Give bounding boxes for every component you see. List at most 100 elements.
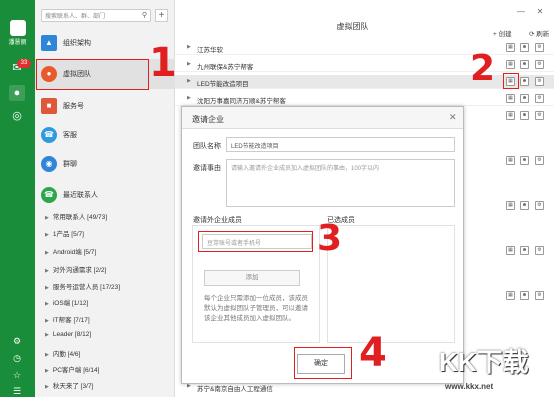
members-icon[interactable]: ☻ xyxy=(520,291,529,300)
contact-group[interactable]: ▶ PC客户端 [6/14] xyxy=(45,364,173,377)
team-name-value: LED节能改造项目 xyxy=(231,144,279,150)
members-icon[interactable]: ☻ xyxy=(520,94,529,103)
add-button[interactable]: + xyxy=(155,9,168,22)
app-rail: 潘慧丽 ✉ 33 ● ◎ ⚙ ◷ ☆ ☰ xyxy=(0,0,35,397)
expand-arrow-icon: ▶ xyxy=(187,44,191,50)
members-icon[interactable]: ☻ xyxy=(520,77,529,86)
watermark-brand: KK下载 xyxy=(439,347,529,377)
workbench-icon[interactable]: ◎ xyxy=(9,108,25,124)
team-row[interactable]: ▶ 九州联保&苏宁帮客 xyxy=(175,58,554,72)
members-icon[interactable]: ☻ xyxy=(520,43,529,52)
contacts-icon[interactable]: ● xyxy=(9,85,25,101)
group-label: iOS端 [1/12] xyxy=(52,300,89,307)
settings-icon[interactable]: ⚙ xyxy=(535,77,544,86)
step-number: 2 xyxy=(470,48,496,89)
team-name: 沈阳万事嘉同济万顺&苏宁帮客 xyxy=(197,98,286,105)
contact-group[interactable]: ▶ 对外沟通需求 [2/2] xyxy=(45,264,173,277)
create-button[interactable]: + 创建 xyxy=(493,28,512,38)
team-row-selected[interactable]: ▶ LED节能改造项目 xyxy=(175,75,554,89)
invite-company-icon[interactable]: ▦ xyxy=(506,60,515,69)
expand-arrow-icon: ▶ xyxy=(45,268,49,274)
clock-icon[interactable]: ◷ xyxy=(9,350,25,366)
team-name: 江苏华软 xyxy=(197,47,223,54)
app-window: 潘慧丽 ✉ 33 ● ◎ ⚙ ◷ ☆ ☰ 搜索联系人、群、部门 ⚲ + ▲ 组织… xyxy=(0,0,554,397)
contact-group[interactable]: ▶ IT帮客 [7/17] xyxy=(45,314,173,327)
minimize-icon[interactable]: — xyxy=(516,7,526,17)
invite-company-icon[interactable]: ▦ xyxy=(506,43,515,52)
service-icon: ■ xyxy=(41,98,57,114)
avatar[interactable] xyxy=(9,20,26,36)
reason-placeholder: 请输入邀请外企业成员加入虚拟团队的事由，100字以内 xyxy=(231,166,380,172)
dialog-header: 邀请企业 ✕ xyxy=(182,107,463,129)
settings-icon[interactable]: ⚙ xyxy=(535,60,544,69)
members-icon[interactable]: ☻ xyxy=(520,60,529,69)
settings-icon[interactable]: ⚙ xyxy=(535,291,544,300)
add-member-button[interactable]: 添加 xyxy=(204,270,300,286)
settings-icon[interactable]: ⚙ xyxy=(535,156,544,165)
group-label: 对外沟通需求 [2/2] xyxy=(52,267,107,274)
team-name: 九州联保&苏宁帮客 xyxy=(197,64,254,71)
members-label: 邀请外企业成员 xyxy=(193,217,242,224)
team-name-label: 团队名称 xyxy=(193,143,221,150)
invite-company-icon[interactable]: ▦ xyxy=(506,246,515,255)
group-label: 服务号运营人员 [17/23] xyxy=(52,284,121,291)
step-number: 4 xyxy=(359,330,387,376)
user-profile[interactable]: 潘慧丽 xyxy=(3,20,32,46)
search-icon[interactable]: ⚲ xyxy=(142,11,147,19)
nav-service-account[interactable]: ■ 服务号 xyxy=(35,91,175,121)
nav-customer-service-label: 客服 xyxy=(63,132,77,139)
team-row[interactable]: ▶ 江苏华软 xyxy=(175,41,554,55)
contact-group[interactable]: ▶ 1产品 [5/7] xyxy=(45,228,173,241)
contact-group[interactable]: ▶ Leader [8/12] xyxy=(45,331,173,344)
invite-company-icon[interactable]: ▦ xyxy=(506,111,515,120)
row-actions-column: ▦ ☻ ⚙ ▦ ☻ ⚙ ▦ ☻ ⚙ ▦ ☻ ⚙ ▦ ☻ ⚙ ▦ ☻ ⚙ ▦ ☻ … xyxy=(504,43,554,383)
settings-icon[interactable]: ⚙ xyxy=(535,201,544,210)
reason-label: 邀请事由 xyxy=(193,165,221,172)
invite-company-icon[interactable]: ▦ xyxy=(506,94,515,103)
reason-textarea[interactable]: 请输入邀请外企业成员加入虚拟团队的事由，100字以内 xyxy=(226,159,455,207)
invite-company-icon[interactable]: ▦ xyxy=(506,156,515,165)
members-icon[interactable]: ☻ xyxy=(520,111,529,120)
close-icon[interactable]: ✕ xyxy=(535,7,545,17)
expand-arrow-icon: ▶ xyxy=(45,285,49,291)
nav-customer-service[interactable]: ☎ 客服 xyxy=(35,120,175,150)
close-icon[interactable]: ✕ xyxy=(449,112,457,123)
expand-arrow-icon: ▶ xyxy=(45,352,49,358)
team-name-field[interactable]: LED节能改造项目 xyxy=(226,137,455,152)
group-chat-icon: ◉ xyxy=(41,156,57,172)
contact-group[interactable]: ▶ 秋天来了 [3/7] xyxy=(45,380,173,393)
selected-members-list[interactable] xyxy=(327,225,455,343)
refresh-label: 刷新 xyxy=(536,31,550,38)
nav-org-chart-label: 组织架构 xyxy=(63,40,91,47)
settings-icon[interactable]: ⚙ xyxy=(535,43,544,52)
contact-group[interactable]: ▶ 常用联系人 [49/73] xyxy=(45,211,173,224)
invite-company-icon[interactable]: ▦ xyxy=(506,201,515,210)
settings-icon[interactable]: ⚙ xyxy=(535,111,544,120)
refresh-button[interactable]: ⟳ 刷新 xyxy=(529,28,549,38)
members-icon[interactable]: ☻ xyxy=(520,156,529,165)
step-number: 1 xyxy=(149,40,177,86)
settings-icon[interactable]: ⚙ xyxy=(535,246,544,255)
contact-group[interactable]: ▶ 服务号运营人员 [17/23] xyxy=(45,281,173,294)
expand-arrow-icon: ▶ xyxy=(45,301,49,307)
menu-icon[interactable]: ☰ xyxy=(9,383,25,397)
team-row[interactable]: ▶ 沈阳万事嘉同济万顺&苏宁帮客 xyxy=(175,92,554,106)
nav-recent-contacts[interactable]: ☎ 最近联系人 xyxy=(35,180,175,210)
dialog-title: 邀请企业 xyxy=(192,115,224,124)
settings-icon[interactable]: ⚙ xyxy=(535,94,544,103)
members-icon[interactable]: ☻ xyxy=(520,201,529,210)
expand-arrow-icon: ▶ xyxy=(45,318,49,324)
star-icon[interactable]: ☆ xyxy=(9,367,25,383)
expand-arrow-icon: ▶ xyxy=(45,368,49,374)
search-input[interactable]: 搜索联系人、群、部门 ⚲ xyxy=(41,9,151,22)
expand-arrow-icon: ▶ xyxy=(45,232,49,238)
watermark-url: www.kkx.net xyxy=(445,382,494,391)
contact-group[interactable]: ▶ Android端 [5/7] xyxy=(45,246,173,259)
contact-group[interactable]: ▶ 内勤 [4/6] xyxy=(45,348,173,361)
invite-company-icon[interactable]: ▦ xyxy=(506,291,515,300)
contact-group[interactable]: ▶ iOS端 [1/12] xyxy=(45,297,173,310)
nav-group-chat[interactable]: ◉ 群聊 xyxy=(35,149,175,179)
settings-icon[interactable]: ⚙ xyxy=(9,333,25,349)
nav-service-label: 服务号 xyxy=(63,103,84,110)
members-icon[interactable]: ☻ xyxy=(520,246,529,255)
